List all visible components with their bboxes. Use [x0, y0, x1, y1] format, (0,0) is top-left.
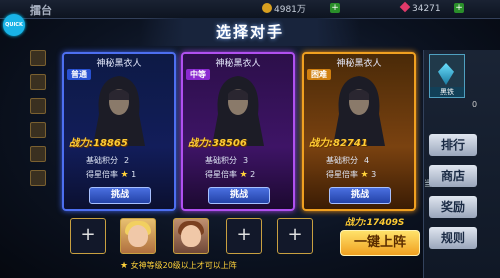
difficulty-badge: 中等: [186, 69, 210, 80]
avatar: [128, 225, 148, 247]
right-sidebar: 黑铁 0 当前排名 排行 商店 奖励 规则: [423, 50, 500, 278]
menu-tile-icon[interactable]: [30, 50, 46, 66]
opponent-card-medium[interactable]: 神秘黑衣人 中等 战力:38506 基础积分 3 得星倍率 ★ 2 挑战: [181, 52, 295, 211]
menu-tile-icon[interactable]: [30, 122, 46, 138]
difficulty-badge: 普通: [67, 69, 91, 80]
menu-tile-icon[interactable]: [30, 74, 46, 90]
star-rate: 得星倍率 ★ 2: [205, 170, 256, 180]
one-click-deploy-button[interactable]: 一键上阵: [340, 230, 420, 256]
hero-slot-brunette[interactable]: [173, 218, 209, 254]
opponent-name: 神秘黑衣人: [96, 59, 142, 69]
arena-title: 擂台: [30, 4, 52, 17]
challenge-button[interactable]: 挑战: [208, 187, 270, 204]
top-bar: 擂台 4981万 + 34271 +: [0, 0, 500, 19]
add-gems-button[interactable]: +: [454, 3, 464, 13]
coin-counter: 4981万: [262, 2, 306, 15]
add-coins-button[interactable]: +: [330, 3, 340, 13]
rank-badge: 黑铁: [429, 54, 465, 98]
level-requirement-notice: ★ 女神等级20级以上才可以上阵: [120, 261, 237, 271]
opponent-card-easy[interactable]: 神秘黑衣人 普通 战力:18865 基础积分 2 得星倍率 ★ 1 挑战: [62, 52, 176, 211]
rewards-button[interactable]: 奖励: [429, 196, 477, 218]
empty-slot[interactable]: +: [277, 218, 313, 254]
star-rate: 得星倍率 ★ 1: [86, 170, 137, 180]
star-icon: ★: [120, 170, 129, 180]
opponent-power: 战力:18865: [69, 138, 128, 149]
hero-slot-blonde[interactable]: [120, 218, 156, 254]
gem-counter: 34271: [399, 1, 441, 14]
star-rate: 得星倍率 ★ 3: [326, 170, 377, 180]
opponent-power: 战力:82741: [309, 138, 368, 149]
difficulty-badge: 困难: [307, 69, 331, 80]
opponent-power: 战力:38506: [188, 138, 247, 149]
avatar: [181, 225, 201, 247]
rank-count: 0: [472, 100, 478, 109]
rules-button[interactable]: 规则: [429, 227, 477, 249]
gem-icon: [399, 1, 411, 13]
base-points: 基础积分 4: [326, 156, 370, 165]
quick-icon[interactable]: QUICK: [3, 14, 25, 36]
menu-tile-icon[interactable]: [30, 146, 46, 162]
star-icon: ★: [239, 170, 248, 180]
star-icon: ★: [120, 261, 129, 271]
opponent-card-hard[interactable]: 神秘黑衣人 困难 战力:82741 基础积分 4 得星倍率 ★ 3 挑战: [302, 52, 416, 211]
empty-slot[interactable]: +: [70, 218, 106, 254]
coin-icon: [262, 3, 272, 13]
team-total-power: 战力:17409S: [345, 218, 405, 228]
rank-label: 黑铁: [430, 87, 464, 97]
base-points: 基础积分 3: [205, 156, 249, 165]
rank-gem-icon: [438, 63, 454, 85]
opponent-name: 神秘黑衣人: [215, 59, 261, 69]
menu-tile-icon[interactable]: [30, 98, 46, 114]
base-points: 基础积分 2: [86, 156, 130, 165]
empty-slot[interactable]: +: [226, 218, 262, 254]
leaderboard-button[interactable]: 排行: [429, 134, 477, 156]
menu-tile-icon[interactable]: [30, 170, 46, 186]
star-icon: ★: [360, 170, 369, 180]
opponent-name: 神秘黑衣人: [336, 59, 382, 69]
dialog-title: 选择对手: [140, 18, 360, 46]
challenge-button[interactable]: 挑战: [329, 187, 391, 204]
left-menu: [30, 50, 46, 230]
challenge-button[interactable]: 挑战: [89, 187, 151, 204]
shop-button[interactable]: 商店: [429, 165, 477, 187]
